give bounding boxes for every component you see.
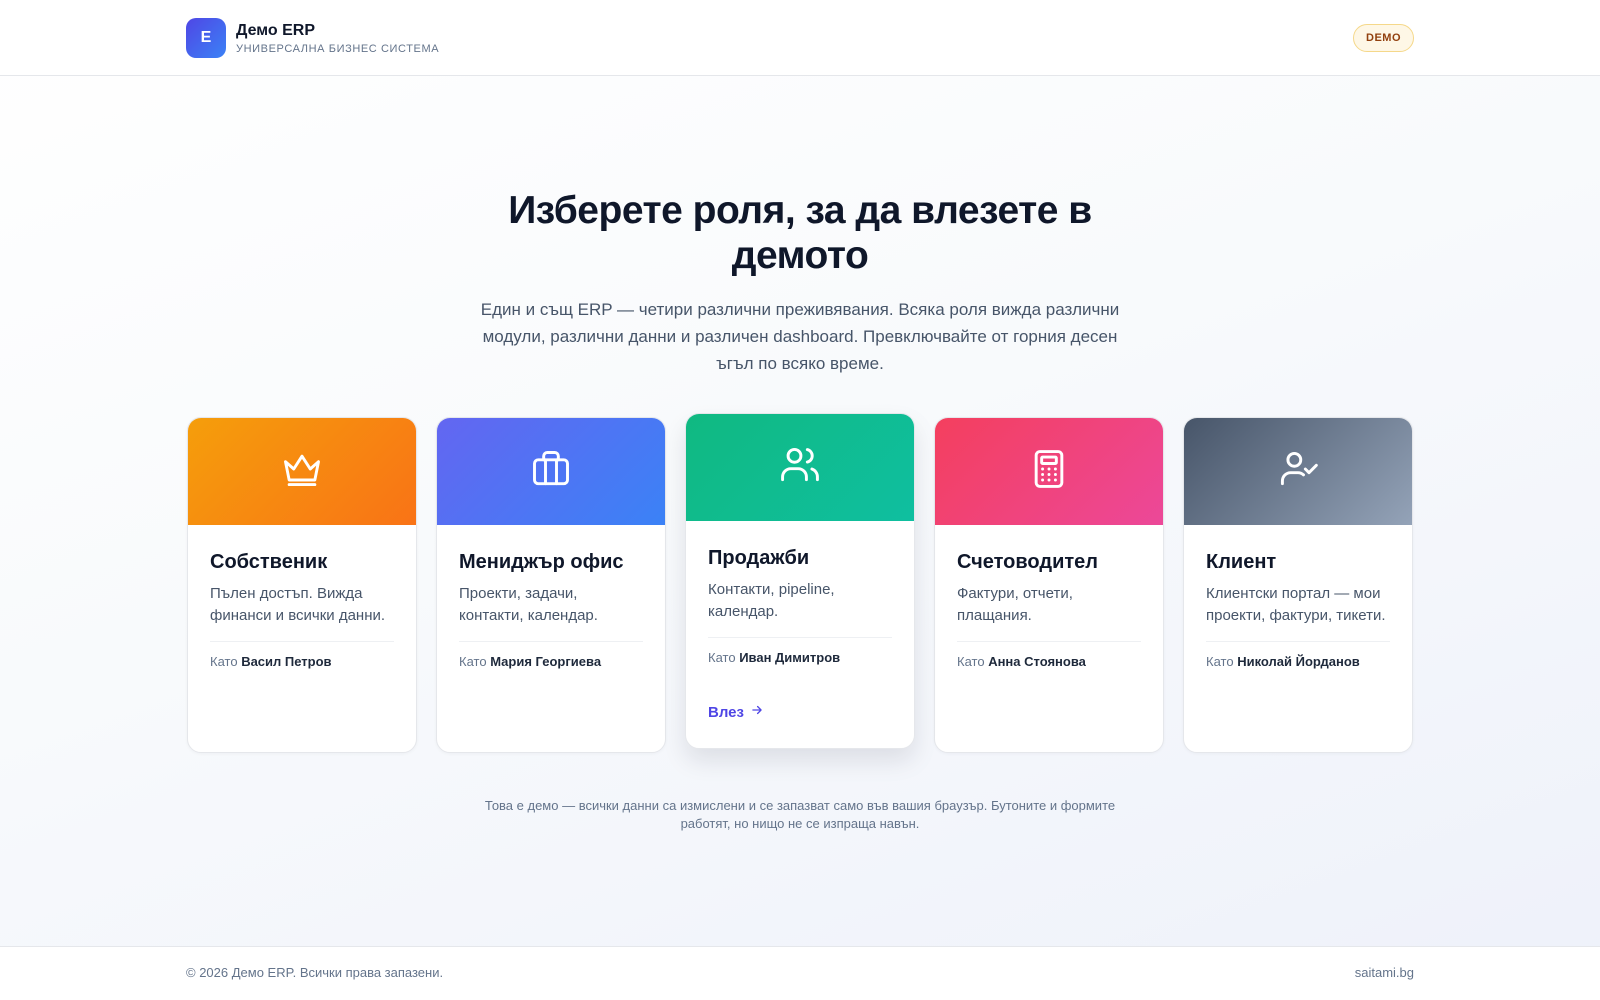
role-user: Като Мария Георгиева <box>459 654 643 669</box>
role-description: Проекти, задачи, контакти, календар. <box>459 585 598 624</box>
role-description: Фактури, отчети, плащания. <box>957 585 1073 624</box>
role-title: Клиент <box>1206 551 1277 573</box>
role-user: Като Николай Йорданов <box>1206 654 1390 669</box>
footer-copyright: © 2026 Демо ERP. Всички права запазени. <box>186 965 444 980</box>
top-header: E Демо ERP УНИВЕРСАЛНА БИЗНЕС СИСТЕМА DE… <box>0 0 1600 76</box>
enter-label: Влез <box>708 703 744 721</box>
as-label: Като <box>708 650 736 665</box>
as-label: Като <box>210 654 238 669</box>
card-divider <box>459 641 643 642</box>
users-icon <box>778 443 822 492</box>
as-label: Като <box>1206 654 1234 669</box>
hero: Изберете роля, за да влезете в демото Ед… <box>0 188 1600 377</box>
role-description: Контакти, pipeline, календар. <box>708 581 835 620</box>
role-card-office-manager[interactable]: Мениджър офис Проекти, задачи, контакти,… <box>436 417 666 753</box>
role-title: Собственик <box>210 551 328 573</box>
user-name: Анна Стоянова <box>988 654 1086 669</box>
briefcase-icon <box>529 447 573 496</box>
role-cards: Собственик Пълен достъп. Вижда финанси и… <box>187 413 1413 753</box>
demo-note: Това е демо — всички данни са измислени … <box>0 797 1600 833</box>
footer: © 2026 Демо ERP. Всички права запазени. … <box>0 946 1600 1000</box>
page-subtitle: Един и същ ERP — четири различни преживя… <box>480 300 1120 373</box>
user-name: Мария Георгиева <box>490 654 602 669</box>
demo-note-text: Това е демо — всички данни са измислени … <box>484 798 1116 831</box>
role-card-client[interactable]: Клиент Клиентски портал — мои проекти, ф… <box>1183 417 1413 753</box>
user-check-icon <box>1276 447 1320 496</box>
card-divider <box>210 641 394 642</box>
card-header <box>686 414 914 521</box>
role-user: Като Васил Петров <box>210 654 394 669</box>
calculator-icon <box>1027 447 1071 496</box>
role-description: Пълен достъп. Вижда финанси и всички дан… <box>210 585 386 624</box>
card-body: Счетоводител Фактури, отчети, плащания. … <box>935 525 1163 669</box>
brand[interactable]: E Демо ERP УНИВЕРСАЛНА БИЗНЕС СИСТЕМА <box>186 18 439 58</box>
user-name: Васил Петров <box>241 654 332 669</box>
as-label: Като <box>459 654 487 669</box>
crown-icon <box>280 447 324 496</box>
card-header <box>188 418 416 525</box>
brand-name: Демо ERP <box>236 22 316 39</box>
card-body: Собственик Пълен достъп. Вижда финанси и… <box>188 525 416 669</box>
user-name: Иван Димитров <box>739 650 841 665</box>
page-title: Изберете роля, за да влезете в демото <box>508 189 1092 277</box>
card-body: Продажби Контакти, pipeline, календар. К… <box>686 521 914 722</box>
brand-subtitle: УНИВЕРСАЛНА БИЗНЕС СИСТЕМА <box>236 43 440 55</box>
role-title: Счетоводител <box>957 551 1098 573</box>
role-user: Като Иван Димитров <box>708 650 892 665</box>
card-header <box>1184 418 1412 525</box>
card-divider <box>708 637 892 638</box>
role-card-sales[interactable]: Продажби Контакти, pipeline, календар. К… <box>685 413 915 749</box>
brand-logo: E <box>186 18 226 58</box>
card-divider <box>957 641 1141 642</box>
demo-badge: DEMO <box>1353 24 1414 52</box>
role-card-accountant[interactable]: Счетоводител Фактури, отчети, плащания. … <box>934 417 1164 753</box>
role-title: Продажби <box>708 547 810 569</box>
card-divider <box>1206 641 1390 642</box>
footer-link[interactable]: saitami.bg <box>1355 965 1414 980</box>
brand-text: Демо ERP УНИВЕРСАЛНА БИЗНЕС СИСТЕМА <box>236 21 439 55</box>
as-label: Като <box>957 654 985 669</box>
role-card-owner[interactable]: Собственик Пълен достъп. Вижда финанси и… <box>187 417 417 753</box>
enter-button[interactable]: Влез <box>708 703 764 721</box>
card-header <box>437 418 665 525</box>
role-user: Като Анна Стоянова <box>957 654 1141 669</box>
role-title: Мениджър офис <box>459 551 624 573</box>
card-header <box>935 418 1163 525</box>
role-description: Клиентски портал — мои проекти, фактури,… <box>1206 585 1386 624</box>
user-name: Николай Йорданов <box>1237 654 1360 669</box>
card-body: Клиент Клиентски портал — мои проекти, ф… <box>1184 525 1412 669</box>
card-body: Мениджър офис Проекти, задачи, контакти,… <box>437 525 665 669</box>
arrow-right-icon <box>750 703 764 721</box>
